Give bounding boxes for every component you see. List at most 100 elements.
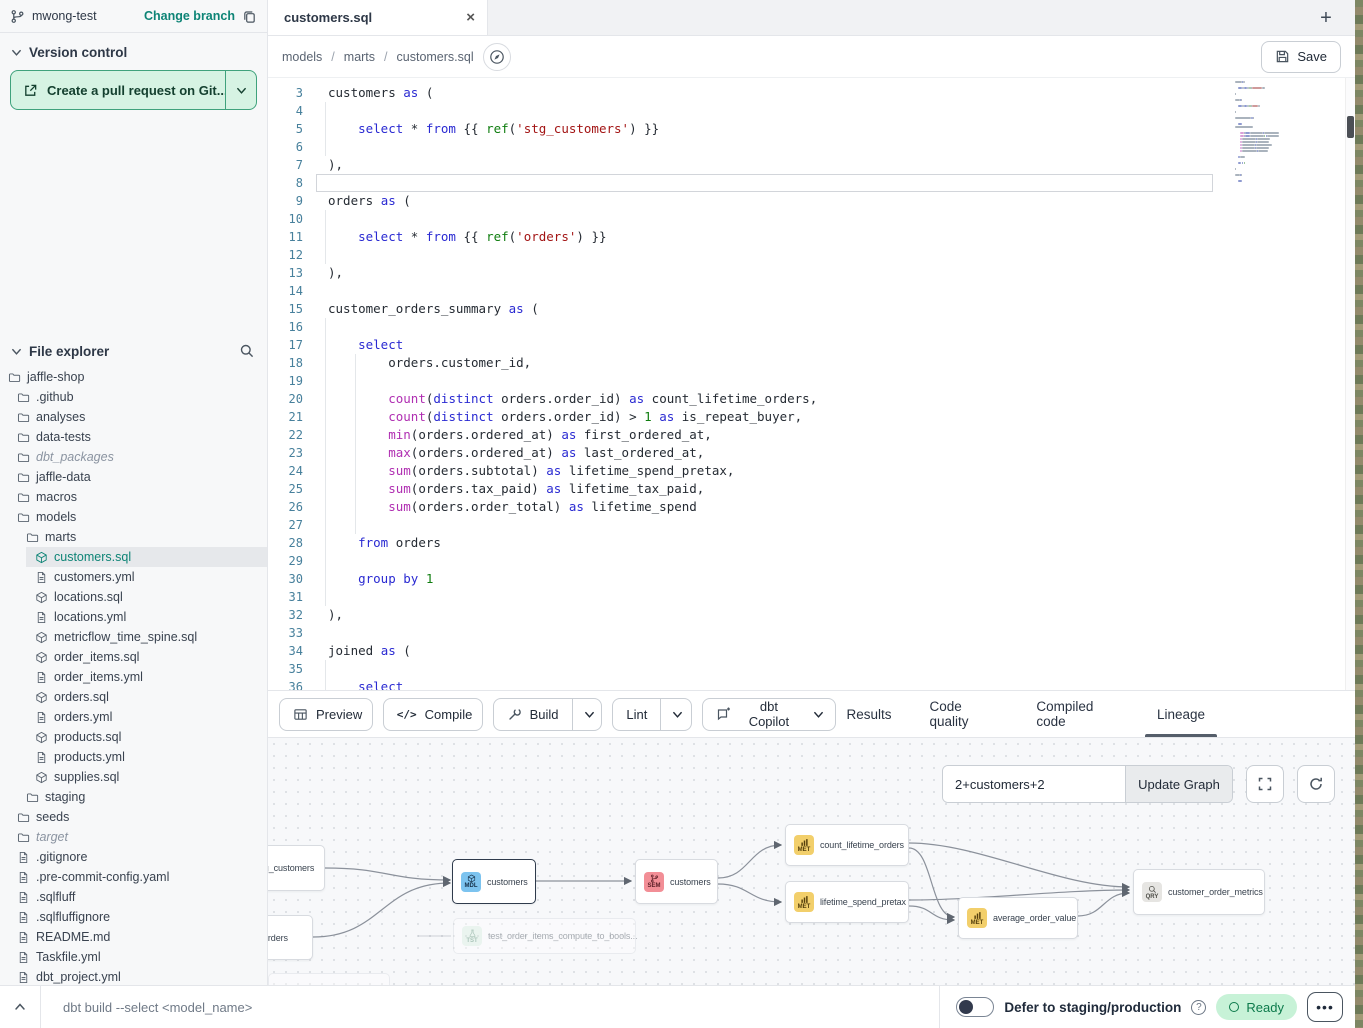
lineage-node-lifetime_spend_pretax[interactable]: METlifetime_spend_pretax — [785, 881, 909, 923]
lineage-panel[interactable]: Update Graph MDLstg_customers MDLorders MD… — [268, 737, 1355, 985]
close-icon[interactable]: × — [466, 10, 475, 25]
help-icon[interactable]: ? — [1191, 1000, 1206, 1015]
code-line-26[interactable]: 26 sum(orders.order_total) as lifetime_s… — [268, 498, 1355, 516]
code-line-35[interactable]: 35 — [268, 660, 1355, 678]
code-line-9[interactable]: 9orders as ( — [268, 192, 1355, 210]
file-tree-item-jaffle-shop[interactable]: jaffle-shop — [0, 367, 267, 387]
code-line-23[interactable]: 23 max(orders.ordered_at) as last_ordere… — [268, 444, 1355, 462]
code-line-13[interactable]: 13), — [268, 264, 1355, 282]
lineage-node-count_lifetime_orders[interactable]: METcount_lifetime_orders — [785, 824, 909, 866]
file-tree-item-supplies.sql[interactable]: supplies.sql — [0, 767, 267, 787]
code-line-4[interactable]: 4 — [268, 102, 1355, 120]
update-graph-button[interactable]: Update Graph — [1125, 766, 1232, 802]
code-line-15[interactable]: 15customer_orders_summary as ( — [268, 300, 1355, 318]
lint-button[interactable]: Lint — [612, 698, 692, 731]
code-line-18[interactable]: 18 orders.customer_id, — [268, 354, 1355, 372]
file-tree-item-staging[interactable]: staging — [0, 787, 267, 807]
file-tree-item-metricflow-time-spine.sql[interactable]: metricflow_time_spine.sql — [0, 627, 267, 647]
code-line-8[interactable]: 8 — [268, 174, 1355, 192]
code-line-27[interactable]: 27 — [268, 516, 1355, 534]
file-tree-item-orders.sql[interactable]: orders.sql — [0, 687, 267, 707]
code-line-16[interactable]: 16 — [268, 318, 1355, 336]
code-line-30[interactable]: 30 group by 1 — [268, 570, 1355, 588]
code-line-14[interactable]: 14 — [268, 282, 1355, 300]
save-button[interactable]: Save — [1261, 41, 1341, 73]
code-line-25[interactable]: 25 sum(orders.tax_paid) as lifetime_tax_… — [268, 480, 1355, 498]
editor-scrollbar[interactable] — [1345, 78, 1355, 690]
lineage-node-customers-semantic[interactable]: SEMcustomers — [635, 859, 718, 904]
lineage-node-customers-model[interactable]: MDLcustomers — [452, 859, 536, 904]
file-tree-item-.pre-commit-config.yaml[interactable]: .pre-commit-config.yaml — [0, 867, 267, 887]
lineage-node-customer_order_metrics[interactable]: QRYcustomer_order_metrics — [1133, 869, 1265, 915]
file-tree-item-customers.sql[interactable]: customers.sql — [0, 547, 267, 567]
file-tree-item-locations.yml[interactable]: locations.yml — [0, 607, 267, 627]
file-tree-item-.gitignore[interactable]: .gitignore — [0, 847, 267, 867]
file-tree-item-marts[interactable]: marts — [0, 527, 267, 547]
code-editor[interactable]: 3customers as (45 select * from {{ ref('… — [268, 78, 1355, 690]
file-tree-item-.sqlfluffignore[interactable]: .sqlfluffignore — [0, 907, 267, 927]
code-line-34[interactable]: 34joined as ( — [268, 642, 1355, 660]
command-input[interactable]: dbt build --select <model_name> — [40, 986, 939, 1028]
code-line-17[interactable]: 17 select — [268, 336, 1355, 354]
file-tree-item-order-items.yml[interactable]: order_items.yml — [0, 667, 267, 687]
file-tree-item-products.sql[interactable]: products.sql — [0, 727, 267, 747]
lineage-node-stg_customers[interactable]: MDLstg_customers — [268, 845, 325, 891]
file-tree-item-jaffle-data[interactable]: jaffle-data — [0, 467, 267, 487]
code-line-21[interactable]: 21 count(distinct orders.order_id) > 1 a… — [268, 408, 1355, 426]
code-line-33[interactable]: 33 — [268, 624, 1355, 642]
lineage-node-average_order_value[interactable]: METaverage_order_value — [958, 897, 1078, 939]
lineage-node-test_order_items[interactable]: TSTtest_order_items_compute_to_bools... — [453, 918, 636, 954]
fullscreen-button[interactable] — [1246, 765, 1284, 803]
build-dropdown-chevron[interactable] — [572, 699, 603, 730]
refresh-button[interactable] — [1297, 765, 1335, 803]
minimap[interactable] — [1233, 78, 1313, 204]
preview-button[interactable]: Preview — [279, 698, 373, 731]
breadcrumb-models[interactable]: models — [282, 50, 322, 64]
file-tree-item-.github[interactable]: .github — [0, 387, 267, 407]
more-options-button[interactable]: ••• — [1307, 992, 1343, 1022]
panel-tab-code-quality[interactable]: Code quality — [930, 691, 999, 737]
file-tree-item-orders.yml[interactable]: orders.yml — [0, 707, 267, 727]
compile-button[interactable]: </>Compile — [383, 698, 483, 731]
file-tree-item-target[interactable]: target — [0, 827, 267, 847]
file-tree-item-data-tests[interactable]: data-tests — [0, 427, 267, 447]
code-line-3[interactable]: 3customers as ( — [268, 84, 1355, 102]
file-tree-item-.sqlfluff[interactable]: .sqlfluff — [0, 887, 267, 907]
file-tree-item-dbt-packages[interactable]: dbt_packages — [0, 447, 267, 467]
code-line-10[interactable]: 10 — [268, 210, 1355, 228]
lineage-node-partial-node[interactable] — [268, 973, 390, 985]
copilot-dropdown-chevron[interactable] — [810, 699, 835, 730]
defer-toggle[interactable] — [956, 997, 994, 1017]
code-line-24[interactable]: 24 sum(orders.subtotal) as lifetime_spen… — [268, 462, 1355, 480]
code-line-11[interactable]: 11 select * from {{ ref('orders') }} — [268, 228, 1355, 246]
chevron-down-icon[interactable] — [10, 345, 23, 358]
file-navigate-button[interactable] — [483, 43, 511, 71]
collapse-panel-button[interactable] — [0, 986, 40, 1028]
lint-dropdown-chevron[interactable] — [660, 699, 692, 730]
dbt-copilot-button[interactable]: dbt Copilot — [702, 698, 836, 731]
file-tree-item-order-items.sql[interactable]: order_items.sql — [0, 647, 267, 667]
copy-icon[interactable] — [242, 9, 257, 24]
code-line-28[interactable]: 28 from orders — [268, 534, 1355, 552]
scrollbar-thumb[interactable] — [1347, 116, 1354, 138]
code-line-36[interactable]: 36 select — [268, 678, 1355, 690]
breadcrumb-marts[interactable]: marts — [344, 50, 375, 64]
code-line-6[interactable]: 6 — [268, 138, 1355, 156]
new-tab-button[interactable]: + — [1313, 5, 1339, 31]
file-tree-item-models[interactable]: models — [0, 507, 267, 527]
panel-tab-results[interactable]: Results — [846, 691, 891, 737]
code-line-29[interactable]: 29 — [268, 552, 1355, 570]
code-line-20[interactable]: 20 count(distinct orders.order_id) as co… — [268, 390, 1355, 408]
pr-dropdown-chevron[interactable] — [225, 71, 256, 109]
lineage-node-orders[interactable]: MDLorders — [268, 915, 313, 960]
file-tree-item-products.yml[interactable]: products.yml — [0, 747, 267, 767]
chevron-down-icon[interactable] — [10, 46, 23, 59]
file-tree-item-seeds[interactable]: seeds — [0, 807, 267, 827]
tab-customers-sql[interactable]: customers.sql × — [268, 0, 488, 35]
code-line-22[interactable]: 22 min(orders.ordered_at) as first_order… — [268, 426, 1355, 444]
file-tree-item-readme.md[interactable]: README.md — [0, 927, 267, 947]
code-line-32[interactable]: 32), — [268, 606, 1355, 624]
file-tree-item-taskfile.yml[interactable]: Taskfile.yml — [0, 947, 267, 967]
create-pull-request-button[interactable]: Create a pull request on Git... — [10, 70, 257, 110]
code-line-5[interactable]: 5 select * from {{ ref('stg_customers') … — [268, 120, 1355, 138]
